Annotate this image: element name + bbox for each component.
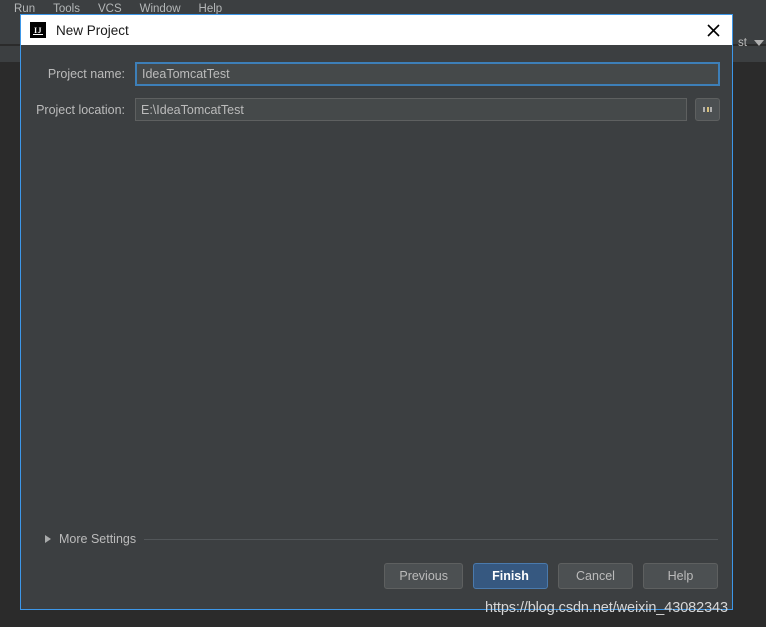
ellipsis-icon	[703, 107, 712, 112]
previous-button[interactable]: Previous	[384, 563, 463, 589]
dialog-title-bar: IJ New Project	[21, 15, 732, 45]
dialog-body: Project name: Project location: More Set…	[21, 45, 732, 609]
project-location-input[interactable]	[135, 98, 687, 121]
more-settings-toggle[interactable]: More Settings	[45, 532, 718, 546]
new-project-dialog: IJ New Project Project name: Project loc…	[20, 14, 733, 610]
more-settings-separator	[144, 538, 718, 540]
project-location-label: Project location:	[36, 102, 125, 117]
ide-menu-bar: Run Tools VCS Window Help	[0, 0, 766, 15]
project-name-label: Project name:	[47, 67, 125, 81]
project-name-input[interactable]	[135, 62, 720, 86]
cancel-button[interactable]: Cancel	[558, 563, 633, 589]
project-name-row: Project name:	[33, 62, 720, 86]
dialog-footer: Previous Finish Cancel Help	[384, 563, 718, 589]
intellij-idea-icon: IJ	[30, 22, 46, 38]
browse-location-button[interactable]	[695, 98, 720, 121]
project-location-row: Project location:	[33, 98, 720, 121]
dialog-title: New Project	[56, 22, 129, 38]
close-icon[interactable]	[700, 17, 726, 43]
help-button[interactable]: Help	[643, 563, 718, 589]
chevron-right-icon	[45, 535, 51, 543]
more-settings-label: More Settings	[59, 532, 137, 546]
finish-button[interactable]: Finish	[473, 563, 548, 589]
watermark-text: https://blog.csdn.net/weixin_43082343	[485, 600, 728, 616]
